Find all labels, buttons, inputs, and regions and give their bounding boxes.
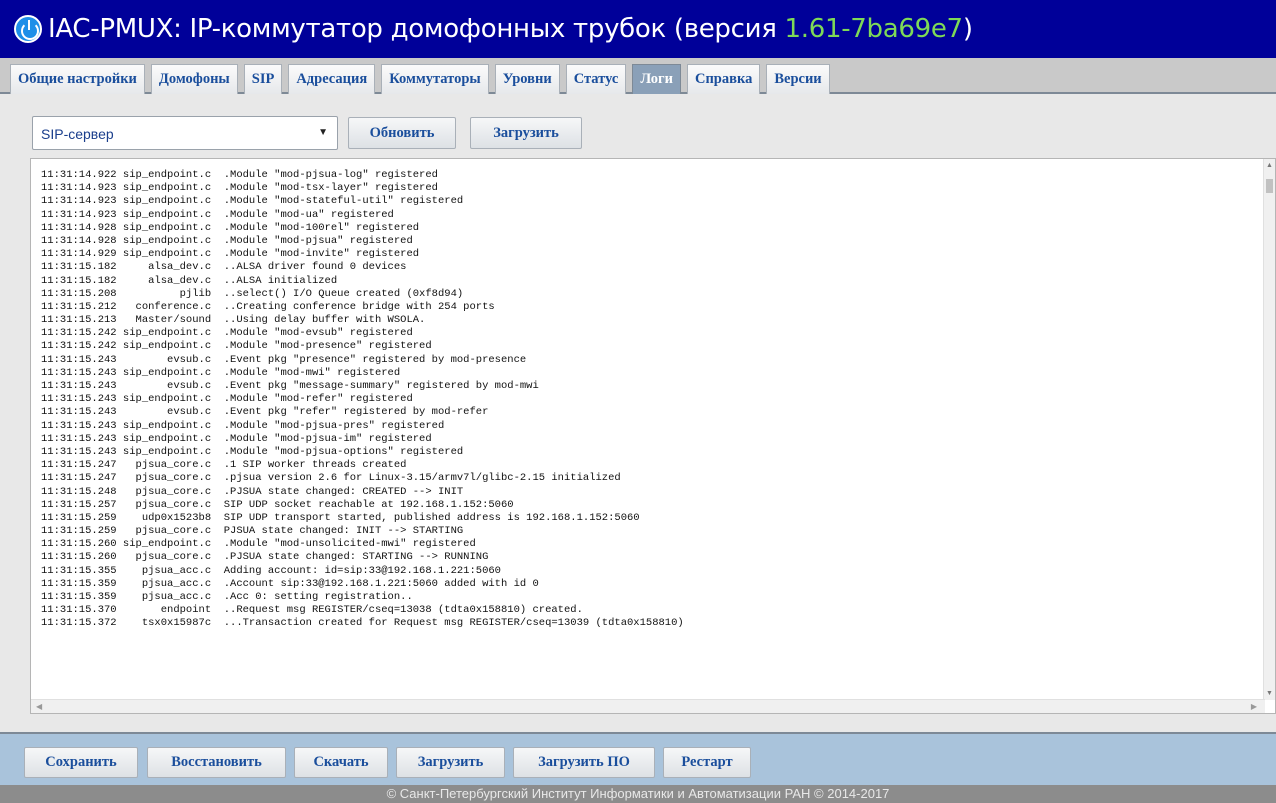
log-line: 11:31:14.923 sip_endpoint.c .Module "mod…: [41, 208, 394, 221]
log-line: 11:31:15.213 Master/sound ..Using delay …: [41, 314, 426, 327]
scroll-thumb[interactable]: [1266, 179, 1273, 193]
version-label: 1.61-7ba69e7: [784, 14, 964, 44]
log-line: 11:31:15.242 sip_endpoint.c .Module "mod…: [41, 327, 413, 340]
log-line: 11:31:15.259 pjsua_core.c PJSUA state ch…: [41, 525, 464, 538]
refresh-button[interactable]: Обновить: [348, 117, 456, 149]
log-line: 11:31:15.243 evsub.c .Event pkg "message…: [41, 380, 539, 392]
log-line: 11:31:15.248 pjsua_core.c .PJSUA state c…: [41, 485, 464, 498]
scroll-up-icon[interactable]: ▲: [1266, 162, 1273, 169]
logs-panel: SIP-сервер ▼ Обновить Загрузить 11:31:14…: [0, 94, 1276, 732]
scroll-right-icon[interactable]: ▶: [1251, 702, 1257, 711]
app-window: IAC-PMUX: IP-коммутатор домофонных трубо…: [0, 0, 1276, 803]
log-line: 11:31:15.370 endpoint ..Request msg REGI…: [41, 604, 583, 617]
log-line: 11:31:14.928 sip_endpoint.c .Module "mod…: [41, 234, 413, 247]
log-line: 11:31:15.243 sip_endpoint.c .Module "mod…: [41, 393, 413, 406]
log-line: 11:31:15.247 pjsua_core.c .1 SIP worker …: [41, 459, 407, 472]
log-line: 11:31:15.243 sip_endpoint.c .Module "mod…: [41, 419, 445, 432]
log-line: 11:31:15.359 pjsua_acc.c .Account sip:33…: [41, 577, 539, 590]
log-line: 11:31:15.243 sip_endpoint.c .Module "mod…: [41, 366, 401, 379]
restart-button[interactable]: Рестарт: [663, 747, 751, 778]
horizontal-scrollbar[interactable]: ◀ ▶: [31, 699, 1265, 713]
download-button[interactable]: Скачать: [294, 747, 388, 778]
log-line: 11:31:14.923 sip_endpoint.c .Module "mod…: [41, 182, 438, 195]
log-output[interactable]: 11:31:14.922 sip_endpoint.c .Module "mod…: [30, 158, 1276, 714]
tab-intercoms[interactable]: Домофоны: [150, 64, 238, 94]
dropdown-arrow-icon: ▼: [318, 127, 328, 138]
vertical-scrollbar[interactable]: ▲ ▼: [1263, 159, 1275, 700]
title-bar: IAC-PMUX: IP-коммутатор домофонных трубо…: [0, 0, 1276, 58]
log-line: 11:31:15.182 alsa_dev.c ..ALSA driver fo…: [41, 261, 407, 274]
page-title: IAC-PMUX: IP-коммутатор домофонных трубо…: [48, 14, 973, 44]
power-icon: [14, 15, 42, 43]
footer: © Санкт-Петербургский Институт Информати…: [0, 785, 1276, 803]
tab-versions[interactable]: Версии: [766, 64, 830, 94]
log-line: 11:31:15.355 pjsua_acc.c Adding account:…: [41, 564, 501, 577]
log-line: 11:31:15.212 conference.c ..Creating con…: [41, 300, 495, 313]
upload-firmware-button[interactable]: Загрузить ПО: [513, 747, 655, 778]
tab-sip[interactable]: SIP: [243, 64, 283, 94]
tab-status[interactable]: Статус: [565, 64, 627, 94]
title-prefix: IAC-PMUX: IP-коммутатор домофонных трубо…: [48, 14, 785, 44]
log-line: 11:31:15.372 tsx0x15987c ...Transaction …: [41, 617, 684, 630]
log-line: 11:31:15.259 udp0x1523b8 SIP UDP transpo…: [41, 511, 640, 524]
log-line: 11:31:15.260 sip_endpoint.c .Module "mod…: [41, 538, 476, 551]
scroll-left-icon[interactable]: ◀: [36, 702, 42, 711]
restore-button[interactable]: Восстановить: [147, 747, 286, 778]
title-suffix: ): [962, 14, 973, 44]
log-line: 11:31:15.359 pjsua_acc.c .Acc 0: setting…: [41, 591, 413, 603]
log-line: 11:31:15.243 evsub.c .Event pkg "presenc…: [41, 353, 527, 366]
scroll-down-icon[interactable]: ▼: [1266, 690, 1273, 697]
log-line: 11:31:14.929 sip_endpoint.c .Module "mod…: [41, 248, 420, 261]
load-button[interactable]: Загрузить: [470, 117, 582, 149]
log-line: 11:31:15.242 sip_endpoint.c .Module "mod…: [41, 340, 432, 353]
save-button[interactable]: Сохранить: [24, 747, 138, 778]
log-line: 11:31:15.247 pjsua_core.c .pjsua version…: [41, 472, 621, 485]
log-line: 11:31:14.928 sip_endpoint.c .Module "mod…: [41, 221, 420, 234]
upload-button[interactable]: Загрузить: [396, 747, 505, 778]
action-bar: Сохранить Восстановить Скачать Загрузить…: [0, 732, 1276, 785]
log-line: 11:31:15.243 sip_endpoint.c .Module "mod…: [41, 432, 432, 445]
tab-bar: Общие настройки Домофоны SIP Адресация К…: [0, 58, 1276, 94]
tab-switches[interactable]: Коммутаторы: [381, 64, 489, 94]
tab-help[interactable]: Справка: [686, 64, 761, 94]
log-line: 11:31:14.923 sip_endpoint.c .Module "mod…: [41, 195, 464, 208]
tab-addressing[interactable]: Адресация: [288, 64, 376, 94]
log-line: 11:31:15.208 pjlib ..select() I/O Queue …: [41, 287, 464, 300]
log-line: 11:31:15.243 evsub.c .Event pkg "refer" …: [41, 406, 489, 419]
log-source-select[interactable]: SIP-сервер ▼: [32, 116, 338, 150]
log-line: 11:31:15.243 sip_endpoint.c .Module "mod…: [41, 445, 464, 458]
tab-logs[interactable]: Логи: [632, 64, 681, 94]
tab-levels[interactable]: Уровни: [494, 64, 560, 94]
log-line: 11:31:15.260 pjsua_core.c .PJSUA state c…: [41, 551, 489, 564]
log-lines: 11:31:14.922 sip_endpoint.c .Module "mod…: [41, 169, 1251, 697]
log-line: 11:31:15.257 pjsua_core.c SIP UDP socket…: [41, 498, 514, 511]
log-line: 11:31:15.182 alsa_dev.c ..ALSA initializ…: [41, 274, 338, 287]
tab-general-settings[interactable]: Общие настройки: [10, 64, 145, 94]
log-line: 11:31:14.922 sip_endpoint.c .Module "mod…: [41, 169, 438, 181]
log-source-value: SIP-сервер: [41, 126, 114, 142]
